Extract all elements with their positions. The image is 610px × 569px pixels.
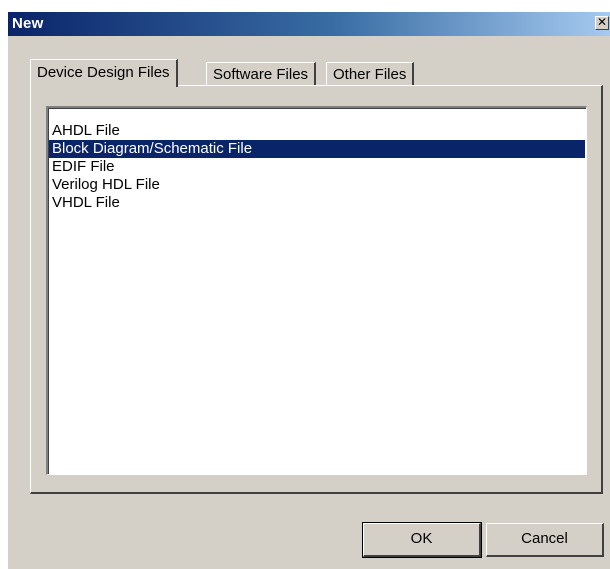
file-type-list[interactable]: AHDL File Block Diagram/Schematic File E… bbox=[46, 106, 587, 475]
tab-software-files[interactable]: Software Files bbox=[206, 62, 317, 86]
tab-label: Software Files bbox=[213, 66, 309, 83]
new-dialog: New ✕ Device Design Files Software Files… bbox=[8, 12, 610, 569]
list-item-vhdl-file[interactable]: VHDL File bbox=[49, 194, 585, 212]
title-bar[interactable]: New ✕ bbox=[8, 12, 610, 36]
list-item-verilog-hdl-file[interactable]: Verilog HDL File bbox=[49, 176, 585, 194]
list-item-block-diagram-schematic-file[interactable]: Block Diagram/Schematic File bbox=[49, 140, 585, 158]
tab-other-files[interactable]: Other Files bbox=[326, 62, 415, 86]
close-icon: ✕ bbox=[596, 15, 608, 29]
ok-button[interactable]: OK bbox=[362, 522, 482, 558]
tab-label: Other Files bbox=[333, 66, 407, 83]
dialog-title: New bbox=[12, 15, 44, 32]
tab-label: Device Design Files bbox=[37, 64, 170, 81]
list-item-ahdl-file[interactable]: AHDL File bbox=[49, 122, 585, 140]
cancel-button[interactable]: Cancel bbox=[486, 523, 604, 557]
close-button[interactable]: ✕ bbox=[595, 16, 609, 30]
tab-device-design-files[interactable]: Device Design Files bbox=[30, 59, 178, 87]
list-item-edif-file[interactable]: EDIF File bbox=[49, 158, 585, 176]
